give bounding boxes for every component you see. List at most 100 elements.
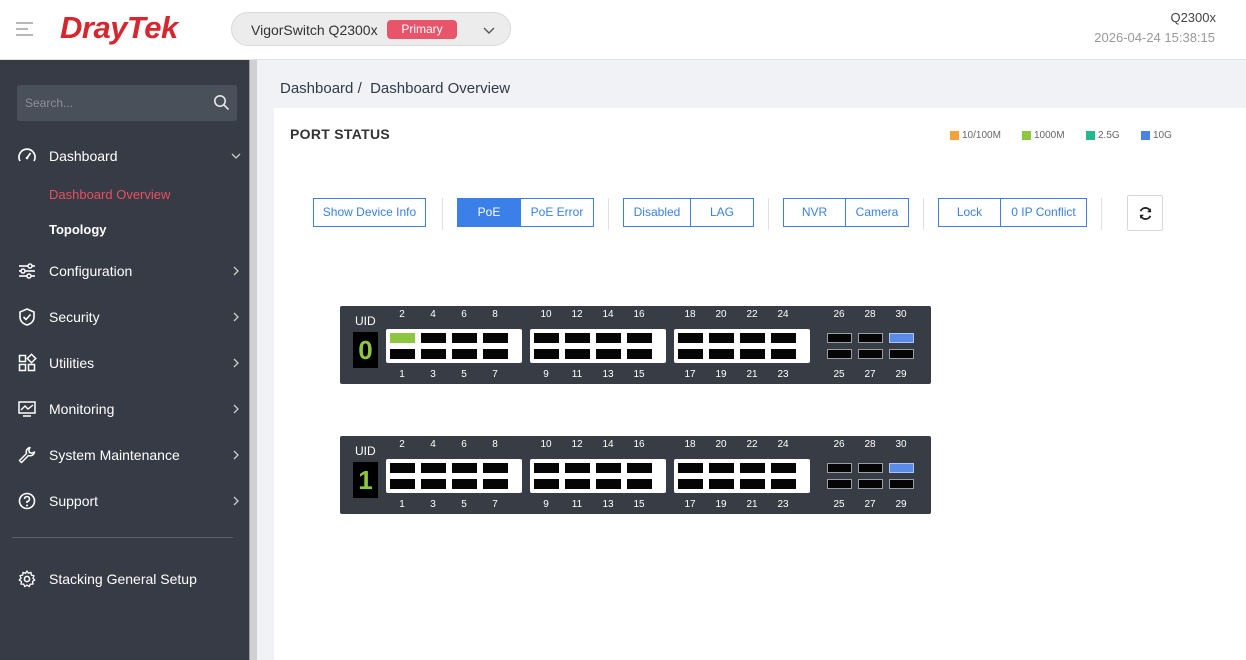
refresh-button[interactable] xyxy=(1127,195,1163,231)
port-10[interactable] xyxy=(534,333,559,343)
port-4[interactable] xyxy=(421,463,446,473)
port-18[interactable] xyxy=(678,333,703,343)
sidebar-item-utilities[interactable]: Utilities xyxy=(0,345,249,381)
port-30[interactable] xyxy=(889,463,914,473)
port-28[interactable] xyxy=(858,333,883,343)
sidebar-item-configuration[interactable]: Configuration xyxy=(0,253,249,289)
sidebar-item-security[interactable]: Security xyxy=(0,299,249,335)
port-13[interactable] xyxy=(596,349,621,359)
breadcrumb-root[interactable]: Dashboard xyxy=(280,80,353,97)
port-30[interactable] xyxy=(889,333,914,343)
port-15[interactable] xyxy=(627,479,652,489)
sidebar: Dashboard Dashboard Overview Topology Co… xyxy=(0,60,249,660)
sidebar-divider xyxy=(12,537,233,538)
sidebar-subitem-dashboard-overview[interactable]: Dashboard Overview xyxy=(49,187,170,202)
port-17[interactable] xyxy=(678,479,703,489)
port-18[interactable] xyxy=(678,463,703,473)
port-6[interactable] xyxy=(452,333,477,343)
port-21[interactable] xyxy=(740,479,765,489)
port-20[interactable] xyxy=(709,463,734,473)
search-input[interactable] xyxy=(17,85,207,121)
poe-filter-button[interactable]: PoE xyxy=(457,198,521,227)
port-19[interactable] xyxy=(709,479,734,489)
sidebar-resize-handle[interactable] xyxy=(249,60,257,660)
port-9[interactable] xyxy=(534,349,559,359)
lag-filter-button[interactable]: LAG xyxy=(690,198,754,227)
port-8[interactable] xyxy=(483,463,508,473)
port-26[interactable] xyxy=(827,333,852,343)
port-7[interactable] xyxy=(483,479,508,489)
legend-swatch xyxy=(1086,130,1095,140)
camera-filter-button[interactable]: Camera xyxy=(845,198,909,227)
port-14[interactable] xyxy=(596,463,621,473)
port-20[interactable] xyxy=(709,333,734,343)
port-1[interactable] xyxy=(390,479,415,489)
port-19[interactable] xyxy=(709,349,734,359)
port-5[interactable] xyxy=(452,479,477,489)
port-3[interactable] xyxy=(421,349,446,359)
port-28[interactable] xyxy=(858,463,883,473)
port-25[interactable] xyxy=(827,349,852,359)
show-device-info-button[interactable]: Show Device Info xyxy=(313,198,426,227)
brand-logo[interactable]: DrayTek xyxy=(60,10,178,46)
port-group xyxy=(530,329,666,363)
port-10[interactable] xyxy=(534,463,559,473)
port-5[interactable] xyxy=(452,349,477,359)
port-2[interactable] xyxy=(390,463,415,473)
port-12[interactable] xyxy=(565,463,590,473)
port-16[interactable] xyxy=(627,333,652,343)
port-11[interactable] xyxy=(565,479,590,489)
port-24[interactable] xyxy=(771,463,796,473)
switch-panel: UID 1 2 1 4 3 6 5 8 7 10 9 12 11 14 13 16 15 18 17 20 19 22 21 2… xyxy=(340,436,931,514)
port-22[interactable] xyxy=(740,333,765,343)
disabled-filter-button[interactable]: Disabled xyxy=(623,198,691,227)
sidebar-item-monitoring[interactable]: Monitoring xyxy=(0,391,249,427)
port-3[interactable] xyxy=(421,479,446,489)
port-24[interactable] xyxy=(771,333,796,343)
port-number: 29 xyxy=(895,499,907,510)
port-25[interactable] xyxy=(827,479,852,489)
port-16[interactable] xyxy=(627,463,652,473)
port-29[interactable] xyxy=(889,349,914,359)
port-8[interactable] xyxy=(483,333,508,343)
sidebar-item-dashboard[interactable]: Dashboard xyxy=(0,138,249,174)
port-2[interactable] xyxy=(390,333,415,343)
port-26[interactable] xyxy=(827,463,852,473)
port-23[interactable] xyxy=(771,349,796,359)
port-7[interactable] xyxy=(483,349,508,359)
ip-conflict-filter-button[interactable]: 0 IP Conflict xyxy=(1000,198,1087,227)
legend-label: 2.5G xyxy=(1098,129,1120,141)
port-9[interactable] xyxy=(534,479,559,489)
port-27[interactable] xyxy=(858,479,883,489)
port-23[interactable] xyxy=(771,479,796,489)
port-21[interactable] xyxy=(740,349,765,359)
port-4[interactable] xyxy=(421,333,446,343)
poe-error-filter-button[interactable]: PoE Error xyxy=(520,198,594,227)
port-status-card: PORT STATUS 10/100M 1000M 2.5G 10G Show … xyxy=(274,108,1246,660)
port-number: 13 xyxy=(602,369,614,380)
port-29[interactable] xyxy=(889,479,914,489)
port-number: 14 xyxy=(602,309,614,320)
port-12[interactable] xyxy=(565,333,590,343)
port-group xyxy=(674,459,810,493)
port-number: 26 xyxy=(833,439,845,450)
sidebar-item-support[interactable]: Support xyxy=(0,483,249,519)
port-17[interactable] xyxy=(678,349,703,359)
port-13[interactable] xyxy=(596,479,621,489)
search-icon[interactable] xyxy=(213,94,230,111)
port-11[interactable] xyxy=(565,349,590,359)
port-27[interactable] xyxy=(858,349,883,359)
sidebar-subitem-topology[interactable]: Topology xyxy=(49,222,107,237)
legend-label: 10/100M xyxy=(962,129,1001,141)
port-22[interactable] xyxy=(740,463,765,473)
lock-filter-button[interactable]: Lock xyxy=(938,198,1001,227)
nvr-filter-button[interactable]: NVR xyxy=(783,198,846,227)
port-15[interactable] xyxy=(627,349,652,359)
sidebar-item-system-maintenance[interactable]: System Maintenance xyxy=(0,437,249,473)
sidebar-item-stacking-general-setup[interactable]: Stacking General Setup xyxy=(0,561,249,597)
port-14[interactable] xyxy=(596,333,621,343)
port-1[interactable] xyxy=(390,349,415,359)
menu-toggle-icon[interactable] xyxy=(16,22,33,36)
device-selector[interactable]: VigorSwitch Q2300x Primary xyxy=(231,12,511,46)
port-6[interactable] xyxy=(452,463,477,473)
